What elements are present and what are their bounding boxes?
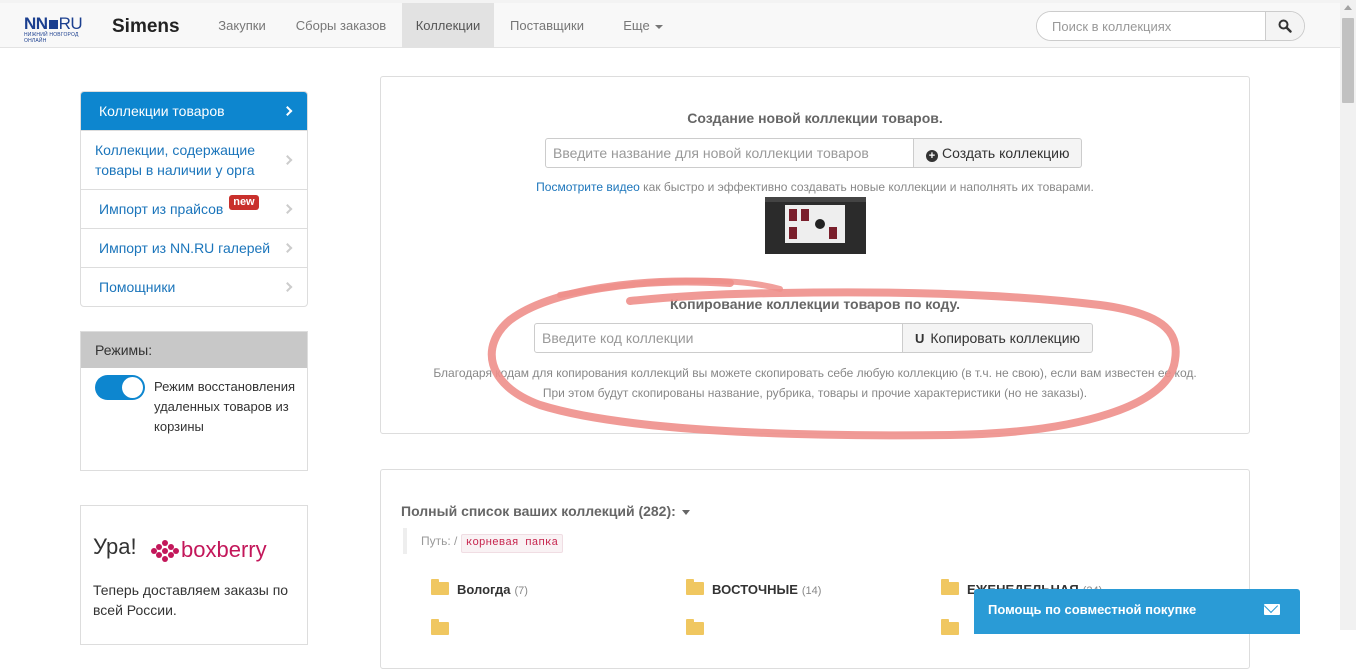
collection-code-input[interactable] [534, 323, 903, 353]
boxberry-logo: boxberry [151, 537, 267, 563]
page-scrollbar[interactable] [1340, 0, 1356, 630]
site-logo[interactable]: NN RU нижний новгород онлайн [24, 14, 102, 44]
watch-video-link[interactable]: Посмотрите видео [536, 180, 640, 194]
search-button[interactable] [1265, 12, 1304, 40]
create-collection-group: +Создать коллекцию [545, 138, 1086, 168]
folder-icon [686, 579, 704, 595]
folder-icon [941, 579, 959, 595]
boxberry-promo[interactable]: Ура! boxberry Теперь доставляем заказы п… [80, 505, 308, 645]
promo-title: Ура! [93, 534, 137, 559]
folder-item[interactable] [941, 619, 967, 640]
brand-name[interactable]: Simens [112, 16, 180, 38]
folder-item[interactable] [686, 619, 712, 640]
scroll-up-arrow-icon[interactable] [1344, 5, 1352, 10]
sidebar-item-helpers[interactable]: Помощники [81, 267, 307, 306]
logo-ru-text: RU [58, 14, 83, 33]
root-folder-code[interactable]: корневая папка [460, 534, 564, 553]
chevron-right-icon [282, 282, 293, 292]
nav-suppliers[interactable]: Поставщики [496, 3, 598, 48]
restore-mode-toggle[interactable] [95, 375, 145, 400]
folder-icon [431, 619, 449, 635]
folder-item[interactable] [431, 619, 457, 640]
promo-text: Теперь доставляем заказы по всей России. [93, 582, 289, 618]
sidebar-menu: Коллекции товаров Коллекции, содержащие … [80, 91, 308, 307]
search-box [1036, 11, 1305, 41]
modes-panel: Режимы: Режим восстановления удаленных т… [80, 331, 308, 471]
nav-order-collections[interactable]: Сборы заказов [282, 3, 400, 48]
nav-purchases[interactable]: Закупки [204, 3, 280, 48]
breadcrumb: Путь: / корневая папка [403, 528, 564, 554]
folder-item[interactable]: Вологда (7) [431, 579, 528, 600]
chevron-right-icon [282, 243, 293, 253]
collections-list-title[interactable]: Полный список ваших коллекций (282): [401, 503, 690, 519]
new-collection-name-input[interactable] [545, 138, 914, 168]
video-hint: Посмотрите видео как быстро и эффективно… [536, 180, 1094, 194]
top-navbar: NN RU нижний новгород онлайн Simens Закуп… [0, 3, 1340, 48]
copy-collection-group: UКопировать коллекцию [534, 323, 1097, 353]
create-collection-button[interactable]: + Создать коллекцию [914, 138, 1083, 168]
caret-down-icon [654, 24, 663, 29]
plus-circle-icon: + [926, 150, 938, 162]
envelope-icon [1264, 604, 1280, 615]
logo-main-text: NN [24, 14, 48, 33]
create-collection-title: Создание новой коллекции товаров. [687, 110, 943, 126]
caret-down-icon [681, 509, 690, 515]
search-icon [1278, 19, 1292, 33]
logo-tagline: нижний новгород онлайн [24, 32, 79, 44]
copy-collection-button[interactable]: U Копировать коллекцию [903, 323, 1094, 353]
sidebar-item-import-prices[interactable]: Импорт из прайсов new [81, 189, 307, 228]
help-label: Помощь по совместной покупке [988, 602, 1197, 617]
copy-hint-line-1: Благодаря кодам для копирования коллекци… [433, 366, 1197, 380]
chevron-right-icon [282, 204, 293, 214]
toggle-knob [122, 377, 143, 398]
copy-hint-line-2: При этом будут скопированы название, руб… [542, 386, 1088, 400]
collection-tools-panel: Создание новой коллекции товаров. +Созда… [380, 76, 1250, 434]
chevron-right-icon [282, 155, 293, 165]
new-badge: new [229, 195, 259, 210]
search-input[interactable] [1037, 12, 1267, 40]
folder-icon [431, 579, 449, 595]
collections-list-panel: Полный список ваших коллекций (282): Пут… [380, 469, 1250, 669]
nav-collections[interactable]: Коллекции [402, 3, 494, 48]
modes-title: Режимы: [81, 332, 307, 368]
chevron-right-icon [282, 106, 293, 116]
magnet-icon: U [915, 331, 925, 346]
folder-item[interactable]: ВОСТОЧНЫЕ (14) [686, 579, 821, 600]
folder-icon [941, 619, 959, 635]
help-widget[interactable]: Помощь по совместной покупке [974, 589, 1300, 634]
sidebar-item-in-stock-collections[interactable]: Коллекции, содержащие товары в наличии у… [81, 130, 307, 189]
sidebar-item-import-galleries[interactable]: Импорт из NN.RU галерей [81, 228, 307, 267]
copy-collection-title: Копирование коллекции товаров по коду. [670, 296, 960, 312]
video-thumbnail[interactable] [765, 197, 866, 254]
logo-square-icon [48, 20, 58, 29]
restore-mode-label: Режим восстановления удаленных товаров и… [154, 379, 296, 434]
scroll-thumb[interactable] [1342, 18, 1354, 103]
boxberry-berry-icon [151, 540, 179, 563]
nav-more-dropdown[interactable]: Еще [608, 3, 678, 48]
folder-icon [686, 619, 704, 635]
sidebar-item-collections[interactable]: Коллекции товаров [81, 92, 307, 130]
